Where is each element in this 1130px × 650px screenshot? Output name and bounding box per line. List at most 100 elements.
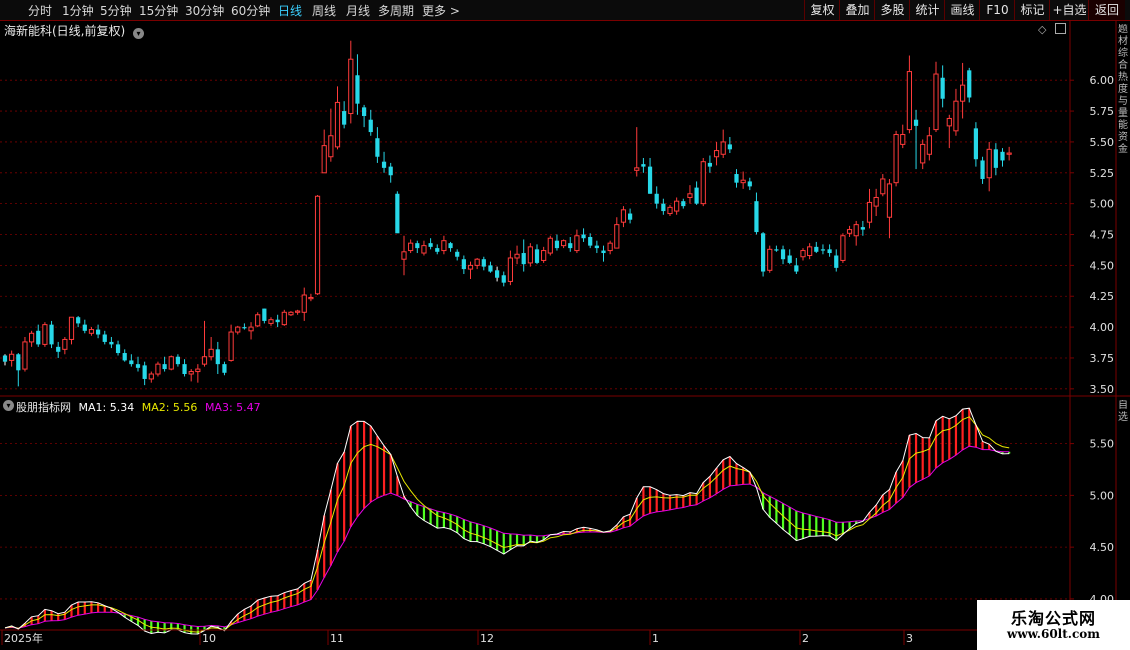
diamond-icon[interactable]: ◇ [1038,23,1046,36]
indicator-y-tick-label: 4.50 [1090,541,1115,554]
candle-body-down [142,365,147,379]
candle-body-down [761,233,766,272]
main-y-tick-label: 5.00 [1090,198,1115,211]
tf-weekly[interactable]: 周线 [312,2,336,19]
candle-body-up [148,373,154,380]
candle-body-up [268,319,274,324]
tf-60min[interactable]: 60分钟 [231,2,270,19]
ma3-value: MA3: 5.47 [204,401,261,414]
tf-more[interactable]: 更多 > [422,2,460,19]
f10-button[interactable]: F10 [979,0,1015,20]
tf-1min[interactable]: 1分钟 [62,2,94,19]
candle-body-down [913,119,919,126]
candle-body-up [607,242,613,252]
main-y-tick-label: 4.25 [1090,290,1115,303]
candle-body-down [435,248,440,252]
draw-line-button[interactable]: 画线 [944,0,980,20]
candle-body-up [853,224,859,237]
candle-body-up [920,143,926,164]
candle-body-up [208,348,214,358]
candle-body-up [873,196,879,207]
mark-button[interactable]: 标记 [1014,0,1050,20]
tf-multi-period[interactable]: 多周期 [378,2,414,19]
candle-body-up [474,258,480,266]
candle-body-up [228,331,234,361]
candle-body-down [734,174,739,183]
candle-body-up [514,253,520,259]
restore-right-button[interactable]: 复权 [804,0,840,20]
indicator-menu-icon[interactable]: ▾ [3,400,14,411]
kline-chart: 6.00 5.75 5.50 5.25 5.00 4.75 4.50 4.25 4.00 3.75… [0,20,1130,650]
candle-body-down [242,327,247,329]
add-watchlist-button[interactable]: +自选 [1049,0,1089,20]
candle-body-up [906,71,912,131]
candle-body-up [740,179,746,184]
tf-monthly[interactable]: 月线 [346,2,370,19]
candle-body-up [308,296,314,300]
indicator-y-tick-label: 5.00 [1090,489,1115,502]
candle-body-up [541,250,547,261]
multi-stock-button[interactable]: 多股 [874,0,910,20]
candle-body-down [129,360,134,365]
overlay-button[interactable]: 叠加 [839,0,875,20]
candle-body-down [661,203,666,212]
candle-body-down [980,160,985,179]
candle-body-up [68,316,75,340]
window-toggle-icon[interactable] [1055,23,1066,34]
statistics-button[interactable]: 统计 [909,0,945,20]
main-y-tick-label: 5.25 [1090,167,1115,180]
chevron-down-icon[interactable]: ▾ [133,28,145,39]
candle-body-up [547,237,553,254]
candle-body-up [880,178,886,195]
candle-body-up [720,141,726,155]
main-y-tick-label: 4.75 [1090,229,1115,242]
candle-body-down [747,181,752,187]
candle-body-down [588,236,593,246]
stock-title: 海新能科(日线,前复权) [4,24,126,38]
ma3-line [4,445,1010,629]
candle-body-up [807,246,813,257]
candle-body-down [488,265,493,272]
main-chart-title[interactable]: 海新能科(日线,前复权) ▾ [4,22,145,39]
candle-body-down [388,166,393,176]
tf-5min[interactable]: 5分钟 [100,2,132,19]
candle-body-up [674,200,680,212]
candle-body-up [1006,152,1012,155]
candle-body-down [381,161,387,168]
x-axis-label: 2 [802,632,809,645]
candle-body-up [348,58,354,115]
x-axis-label: 3 [906,632,913,645]
candle-body-up [700,161,706,205]
candle-body-down [16,354,21,371]
candle-body-down [481,259,486,267]
candle-body-up [188,371,194,375]
ma1-value: MA1: 5.34 [78,401,135,414]
tf-30min[interactable]: 30分钟 [185,2,224,19]
candle-body-up [62,338,68,350]
candle-body-up [953,100,959,132]
candle-body-down [860,227,865,230]
candle-body-up [926,135,932,155]
candle-body-down [694,187,699,204]
right-strip-topics[interactable]: 题材综合热度与量能资金 [1118,24,1130,396]
candle-body-down [707,162,712,167]
candle-body-down [428,243,433,247]
main-y-tick-label: 5.50 [1090,136,1115,149]
right-strip-watchlist[interactable]: 自选 [1118,400,1130,440]
x-axis-label: 11 [330,632,344,645]
candle-body-up [401,251,407,260]
back-button[interactable]: 返回 [1088,0,1125,20]
candle-body-down [794,265,799,272]
candle-body-down [1000,151,1005,161]
main-y-tick-label: 3.50 [1090,383,1115,396]
candle-body-down [461,259,466,270]
x-axis-label: 2025年 [4,631,43,645]
candle-body-down [395,193,400,234]
tf-timeshare[interactable]: 分时 [28,2,52,19]
tf-daily[interactable]: 日线 [278,2,302,19]
tf-15min[interactable]: 15分钟 [139,2,178,19]
candle-body-down [554,240,560,249]
top-toolbar: 分时 1分钟 5分钟 15分钟 30分钟 60分钟 日线 周线 月线 多周期 更… [0,0,1130,21]
candle-body-up [288,311,294,316]
candle-body-down [342,111,347,125]
